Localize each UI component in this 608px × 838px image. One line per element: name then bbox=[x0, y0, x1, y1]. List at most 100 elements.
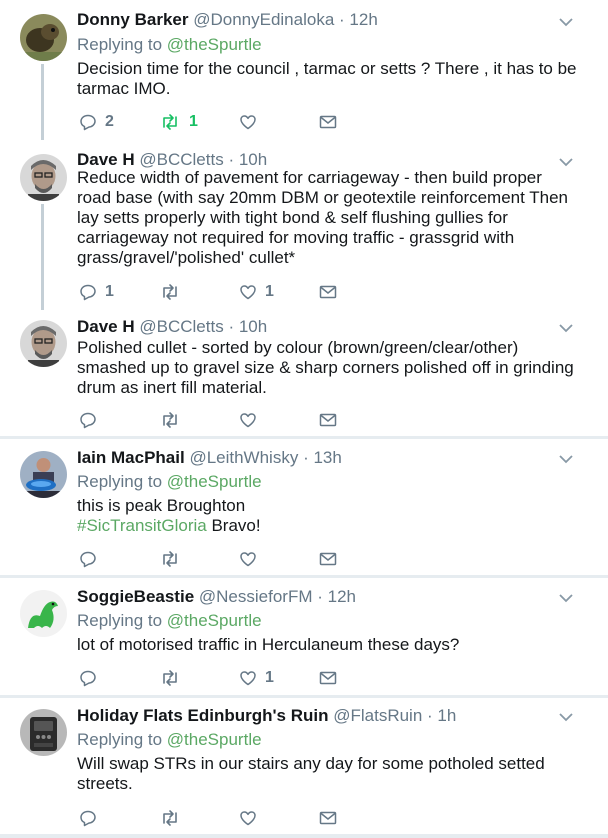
tweet-text: Will swap STRs in our stairs any day for… bbox=[77, 754, 545, 793]
reply-button[interactable]: 2 bbox=[79, 112, 114, 132]
author-handle[interactable]: @BCCletts bbox=[139, 150, 223, 169]
retweet-button[interactable] bbox=[159, 410, 189, 430]
avatar[interactable] bbox=[20, 590, 67, 637]
reply-button[interactable] bbox=[79, 549, 105, 569]
retweet-count: 1 bbox=[189, 113, 198, 130]
author-name[interactable]: Donny Barker bbox=[77, 10, 188, 29]
tweet-time[interactable]: · 10h bbox=[228, 150, 267, 169]
thread-line bbox=[41, 204, 44, 310]
tweet-time[interactable]: · 1h bbox=[427, 706, 456, 725]
tweet-header: SoggieBeastie @NessieforFM · 12h bbox=[77, 587, 356, 607]
reply-icon bbox=[80, 284, 96, 301]
like-button[interactable] bbox=[239, 808, 265, 828]
like-icon bbox=[240, 285, 256, 300]
reply-button[interactable] bbox=[79, 668, 105, 688]
author-handle[interactable]: @LeithWhisky bbox=[189, 448, 298, 467]
tweet-header: Iain MacPhail @LeithWhisky · 13h bbox=[77, 448, 342, 468]
avatar[interactable] bbox=[20, 154, 67, 201]
dm-button[interactable] bbox=[319, 668, 337, 688]
like-button[interactable] bbox=[239, 549, 265, 569]
like-count: 1 bbox=[265, 669, 274, 686]
reply-button[interactable] bbox=[79, 808, 105, 828]
tweet-card: Holiday Flats Edinburgh's Ruin @FlatsRui… bbox=[0, 698, 608, 834]
reply-icon bbox=[80, 670, 96, 687]
tweet-actions bbox=[79, 410, 339, 430]
author-handle[interactable]: @NessieforFM bbox=[199, 587, 313, 606]
reply-button[interactable] bbox=[79, 410, 105, 430]
author-handle[interactable]: @FlatsRuin bbox=[333, 706, 422, 725]
retweet-button[interactable] bbox=[159, 668, 189, 688]
dm-button[interactable] bbox=[319, 282, 337, 302]
tweet-text-line: this is peak Broughton bbox=[77, 496, 246, 515]
tweet-actions: 1 bbox=[79, 668, 339, 688]
tweet-text: lot of motorised traffic in Herculaneum … bbox=[77, 635, 460, 654]
replying-to: Replying to @theSpurtle bbox=[77, 730, 262, 750]
dm-button[interactable] bbox=[319, 410, 337, 430]
mention-link[interactable]: @theSpurtle bbox=[167, 472, 262, 491]
retweet-icon bbox=[163, 412, 177, 428]
hashtag-link[interactable]: #SicTransitGloria bbox=[77, 516, 207, 535]
dm-icon bbox=[319, 811, 337, 825]
tweet[interactable]: Donny Barker @DonnyEdinaloka · 12h Reply… bbox=[0, 0, 608, 140]
author-name[interactable]: Iain MacPhail bbox=[77, 448, 185, 467]
author-name[interactable]: Holiday Flats Edinburgh's Ruin bbox=[77, 706, 329, 725]
retweet-button[interactable] bbox=[159, 549, 189, 569]
tweet-header: Dave H @BCCletts · 10h bbox=[77, 150, 267, 170]
replying-to-prefix: Replying to bbox=[77, 472, 163, 491]
chevron-down-icon[interactable] bbox=[558, 711, 574, 723]
mention-link[interactable]: @theSpurtle bbox=[167, 35, 262, 54]
author-name[interactable]: SoggieBeastie bbox=[77, 587, 194, 606]
chevron-down-icon[interactable] bbox=[558, 156, 574, 168]
like-icon bbox=[240, 413, 256, 428]
tweet-card: Iain MacPhail @LeithWhisky · 13h Replyin… bbox=[0, 439, 608, 575]
tweet[interactable]: Holiday Flats Edinburgh's Ruin @FlatsRui… bbox=[0, 698, 608, 834]
conversation-card: Donny Barker @DonnyEdinaloka · 12h Reply… bbox=[0, 0, 608, 436]
chevron-down-icon[interactable] bbox=[558, 16, 574, 28]
avatar[interactable] bbox=[20, 14, 67, 61]
like-icon bbox=[240, 811, 256, 826]
retweet-button[interactable]: 1 bbox=[159, 112, 198, 132]
like-button[interactable] bbox=[239, 112, 265, 132]
like-button[interactable]: 1 bbox=[239, 282, 274, 302]
reply-button[interactable]: 1 bbox=[79, 282, 114, 302]
tweet-text-tail: Bravo! bbox=[206, 516, 261, 535]
author-name[interactable]: Dave H bbox=[77, 317, 135, 336]
tweet-time[interactable]: · 13h bbox=[303, 448, 342, 467]
retweet-button[interactable] bbox=[159, 282, 189, 302]
replies-feed: Donny Barker @DonnyEdinaloka · 12h Reply… bbox=[0, 0, 608, 838]
tweet-card: SoggieBeastie @NessieforFM · 12h Replyin… bbox=[0, 578, 608, 695]
retweet-button[interactable] bbox=[159, 808, 189, 828]
retweet-icon bbox=[163, 670, 177, 686]
dm-button[interactable] bbox=[319, 808, 337, 828]
chevron-down-icon[interactable] bbox=[558, 322, 574, 334]
dm-button[interactable] bbox=[319, 549, 337, 569]
author-name[interactable]: Dave H bbox=[77, 150, 135, 169]
tweet-time[interactable]: · 12h bbox=[339, 10, 378, 29]
avatar[interactable] bbox=[20, 451, 67, 498]
dm-button[interactable] bbox=[319, 112, 337, 132]
like-button[interactable] bbox=[239, 410, 265, 430]
author-handle[interactable]: @DonnyEdinaloka bbox=[193, 10, 334, 29]
tweet-text: Polished cullet - sorted by colour (brow… bbox=[77, 338, 574, 397]
reply-icon bbox=[80, 551, 96, 568]
chevron-down-icon[interactable] bbox=[558, 592, 574, 604]
tweet-header: Dave H @BCCletts · 10h bbox=[77, 317, 267, 337]
tweet[interactable]: Dave H @BCCletts · 10h Reduce width of p… bbox=[0, 140, 608, 310]
avatar[interactable] bbox=[20, 709, 67, 756]
mention-link[interactable]: @theSpurtle bbox=[167, 611, 262, 630]
tweet-actions: 2 1 bbox=[79, 112, 339, 132]
author-handle[interactable]: @BCCletts bbox=[139, 317, 223, 336]
replying-to: Replying to @theSpurtle bbox=[77, 35, 262, 55]
retweet-icon bbox=[163, 810, 177, 826]
avatar[interactable] bbox=[20, 320, 67, 367]
tweet-header: Holiday Flats Edinburgh's Ruin @FlatsRui… bbox=[77, 706, 456, 726]
tweet[interactable]: Dave H @BCCletts · 10h Polished cullet -… bbox=[0, 310, 608, 436]
tweet-time[interactable]: · 10h bbox=[228, 317, 267, 336]
like-icon bbox=[240, 671, 256, 686]
like-button[interactable]: 1 bbox=[239, 668, 274, 688]
tweet[interactable]: SoggieBeastie @NessieforFM · 12h Replyin… bbox=[0, 578, 608, 695]
tweet[interactable]: Iain MacPhail @LeithWhisky · 13h Replyin… bbox=[0, 439, 608, 575]
tweet-time[interactable]: · 12h bbox=[317, 587, 356, 606]
chevron-down-icon[interactable] bbox=[558, 453, 574, 465]
mention-link[interactable]: @theSpurtle bbox=[167, 730, 262, 749]
